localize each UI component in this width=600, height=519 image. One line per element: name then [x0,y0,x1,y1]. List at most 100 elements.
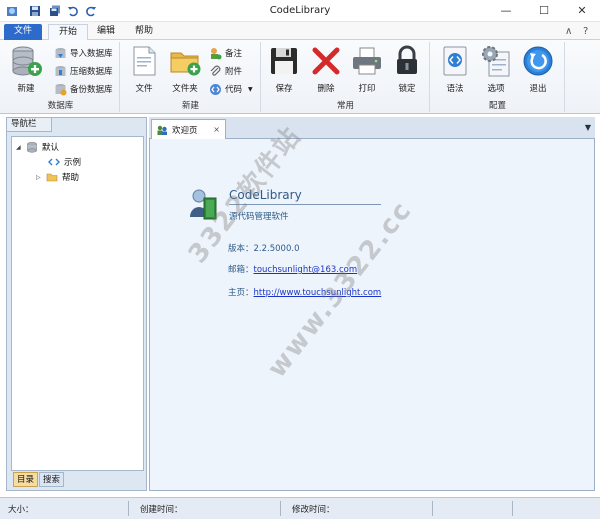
compress-database-label: 压缩数据库 [70,67,113,77]
collapse-ribbon-icon[interactable]: ∧ [565,26,572,37]
note-icon [209,47,222,60]
compress-database-button[interactable]: 压缩数据库 [54,63,113,79]
help-icon[interactable]: ? [583,26,588,37]
nav-tab-search[interactable]: 搜索 [39,472,65,487]
lock-button[interactable]: 锁定 [387,44,427,96]
tree-node-label: 示例 [64,158,82,168]
version-row: 版本：2.2.5000.0 [228,242,299,254]
app-logo-icon [188,187,220,221]
status-separator [512,501,513,516]
close-button[interactable]: ✕ [568,2,596,20]
ribbon: 新建 导入数据库 压缩数据库 备份数据库 数据库 文件 文件夹 备注 附件 代码… [0,40,600,114]
gear-icon [479,44,513,78]
ribbon-group-common-label: 常用 [336,101,354,111]
backup-database-icon [54,83,67,96]
tree-node-help[interactable]: ▷ 帮助 [36,170,79,184]
minimize-button[interactable]: — [492,2,520,20]
welcome-tab-icon [156,124,168,136]
tab-welcome-label: 欢迎页 [172,126,198,136]
ribbon-group-database: 新建 导入数据库 压缩数据库 备份数据库 数据库 [2,42,120,112]
navigation-panel: 导航栏 ◢ 默认 示例 ▷ 帮助 目录 搜索 [6,117,147,491]
navigation-panel-title: 导航栏 [7,118,52,132]
tree-node-label: 帮助 [62,173,80,183]
syntax-button[interactable]: 语法 [435,44,475,96]
database-add-icon [9,44,43,78]
new-code-label: 代码 [225,85,243,95]
version-value: 2.2.5000.0 [253,244,300,254]
ribbon-group-common: 保存 删除 打印 锁定 常用 [262,42,430,112]
new-folder-label: 文件夹 [172,84,198,94]
document-tab-bar: 欢迎页 × ▼ [149,117,595,140]
tab-edit[interactable]: 编辑 [87,24,125,40]
backup-database-button[interactable]: 备份数据库 [54,81,113,97]
print-button[interactable]: 打印 [347,44,387,96]
syntax-document-icon [438,44,472,78]
ribbon-tab-bar: 文件 开始 编辑 帮助 ∧ ? [0,22,600,41]
maximize-button[interactable]: ☐ [530,2,558,20]
tab-file[interactable]: 文件 [4,24,43,40]
tree-node-default[interactable]: ◢ 默认 [16,140,59,154]
tree-collapsed-icon[interactable]: ▷ [36,174,44,181]
homepage-row: 主页：http://www.touchsunlight.com [228,286,381,298]
new-folder-button[interactable]: 文件夹 [165,44,205,96]
tab-home[interactable]: 开始 [48,24,89,41]
exit-label: 退出 [529,84,547,94]
tree-node-label: 默认 [42,143,60,153]
exit-arrow-icon [521,44,555,78]
status-separator [432,501,433,516]
new-file-label: 文件 [135,84,153,94]
exit-button[interactable]: 退出 [518,44,558,96]
save-button[interactable]: 保存 [264,44,304,96]
padlock-icon [390,44,424,78]
welcome-page: CodeLibrary 源代码管理软件 版本：2.2.5000.0 邮箱：tou… [149,121,595,491]
status-size: 大小： [8,505,34,515]
version-label: 版本： [228,244,254,254]
email-label: 邮箱： [228,265,254,275]
import-database-icon [54,47,67,60]
new-note-button[interactable]: 备注 [209,45,242,61]
title-bar: CodeLibrary — ☐ ✕ [0,0,600,22]
status-separator [280,501,281,516]
delete-label: 删除 [317,84,335,94]
tab-list-dropdown-icon[interactable]: ▼ [585,123,591,132]
save-label: 保存 [275,84,293,94]
tab-welcome[interactable]: 欢迎页 × [151,119,226,140]
ribbon-group-database-label: 数据库 [47,101,74,111]
new-attachment-button[interactable]: 附件 [209,63,242,79]
new-database-button[interactable]: 新建 [6,44,46,96]
code-icon [209,83,222,96]
chevron-down-icon: ▼ [248,85,253,93]
paperclip-icon [209,65,222,78]
folder-icon [46,171,58,183]
new-file-button[interactable]: 文件 [124,44,164,96]
email-link[interactable]: touchsunlight@163.com [254,265,358,275]
app-name: CodeLibrary [229,188,302,202]
print-label: 打印 [358,84,376,94]
backup-database-label: 备份数据库 [70,85,113,95]
ribbon-group-create: 文件 文件夹 备注 附件 代码 ▼ 新建 [121,42,261,112]
ribbon-group-config-label: 配置 [488,101,506,111]
app-name-underline [229,204,381,205]
email-row: 邮箱：touchsunlight@163.com [228,263,357,275]
delete-x-icon [309,44,343,78]
new-code-dropdown[interactable]: 代码 ▼ [209,81,253,97]
tab-close-icon[interactable]: × [213,125,220,134]
status-bar: 大小： 创建时间： 修改时间： [0,497,600,519]
syntax-label: 语法 [446,84,464,94]
lock-label: 锁定 [398,84,416,94]
navigation-tree[interactable]: ◢ 默认 示例 ▷ 帮助 [11,136,144,471]
status-created-time: 创建时间： [140,505,183,515]
code-file-icon [48,156,60,168]
status-separator [128,501,129,516]
homepage-link[interactable]: http://www.touchsunlight.com [254,288,382,298]
tab-help[interactable]: 帮助 [125,24,163,40]
nav-tab-directory[interactable]: 目录 [13,472,39,487]
app-description: 源代码管理软件 [229,212,289,222]
ribbon-group-create-label: 新建 [181,101,199,111]
tree-node-example[interactable]: 示例 [48,155,81,169]
tree-expanded-icon[interactable]: ◢ [16,144,24,151]
import-database-button[interactable]: 导入数据库 [54,45,113,61]
delete-button[interactable]: 删除 [306,44,346,96]
floppy-disk-icon [267,44,301,78]
options-button[interactable]: 选项 [476,44,516,96]
